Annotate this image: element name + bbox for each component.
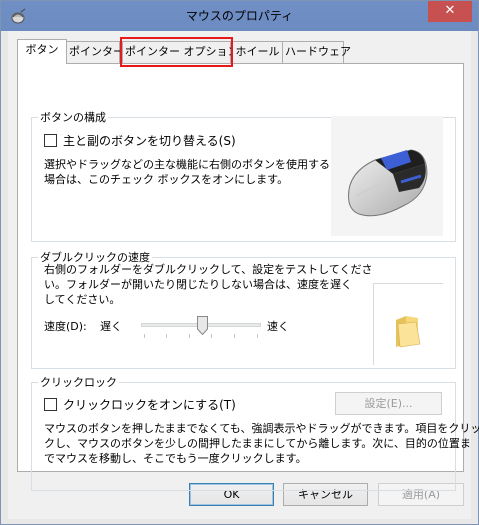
- double-click-desc-line: 右側のフォルダーをダブルクリックして、設定をテストしてくださ: [44, 263, 373, 276]
- double-click-desc-line: い。フォルダーが開いたり閉じたりしない場合は、速度を遅く: [44, 278, 352, 291]
- click-lock-legend: クリックロック: [40, 376, 117, 389]
- tab-wheel[interactable]: ホイール: [232, 41, 283, 63]
- click-lock-desc-line: でマウスを移動し、そこでもう一度クリックします。: [44, 452, 307, 465]
- click-lock-label[interactable]: クリックロックをオンにする(T): [63, 396, 236, 413]
- slider-tick: [257, 334, 258, 338]
- switch-buttons-label[interactable]: 主と副のボタンを切り替える(S): [63, 132, 236, 149]
- slider-tick: [166, 334, 167, 338]
- button-config-desc-line: 場合は、このチェック ボックスをオンにします。: [44, 173, 289, 186]
- mouse-image-frame: [331, 116, 443, 236]
- tab-pointers[interactable]: ポインター: [66, 41, 124, 63]
- speed-slider-thumb[interactable]: [197, 316, 208, 335]
- tab-pointer-options[interactable]: ポインター オプション: [122, 41, 239, 63]
- tab-buttons[interactable]: ボタン: [17, 39, 67, 64]
- slider-tick: [211, 334, 212, 338]
- tab-panel-buttons: ボタンの構成 主と副のボタンを切り替える(S) 選択やドラッグなどの主な機能に右…: [17, 63, 479, 491]
- slow-label: 遅く: [100, 320, 122, 333]
- speed-label: 速度(D):: [44, 320, 87, 333]
- slider-tick: [144, 334, 145, 338]
- tab-hardware[interactable]: ハードウェア: [282, 41, 351, 63]
- test-folder-area[interactable]: [373, 283, 443, 365]
- click-lock-checkbox[interactable]: [44, 398, 57, 411]
- window-title: マウスのプロパティ: [185, 9, 294, 23]
- click-lock-settings-button[interactable]: 設定(E)...: [335, 392, 442, 415]
- switch-buttons-checkbox[interactable]: [44, 134, 57, 147]
- click-lock-desc-line: マウスのボタンを押したままでなくても、強調表示やドラッグができます。項目をクリッ: [44, 422, 479, 435]
- double-click-desc-line: してください。: [44, 293, 121, 306]
- mouse-properties-dialog: マウスのプロパティ ✕ ボタン ポインター ポインター オプション ホイール ハ…: [0, 0, 479, 525]
- button-config-legend: ボタンの構成: [40, 111, 106, 124]
- click-lock-description: マウスのボタンを押したままでなくても、強調表示やドラッグができます。項目をクリッ…: [44, 421, 479, 466]
- fast-label: 速く: [267, 320, 289, 333]
- slider-tick: [189, 334, 190, 338]
- folder-icon[interactable]: [394, 314, 422, 348]
- button-config-desc-line: 選択やドラッグなどの主な機能に右側のボタンを使用する: [44, 158, 330, 171]
- switch-buttons-description: 選択やドラッグなどの主な機能に右側のボタンを使用する 場合は、このチェック ボッ…: [44, 157, 334, 187]
- dialog-client-area: ボタン ポインター ポインター オプション ホイール ハードウェア ボタンの構成…: [8, 31, 479, 519]
- close-button[interactable]: ✕: [428, 1, 472, 22]
- title-bar[interactable]: マウスのプロパティ ✕: [1, 1, 478, 31]
- mouse-icon: [348, 149, 428, 217]
- click-lock-desc-line: クし、マウスのボタンを少しの間押したままにしてから離します。次に、目的の位置ま: [44, 437, 471, 450]
- slider-tick: [234, 334, 235, 338]
- double-click-description: 右側のフォルダーをダブルクリックして、設定をテストしてくださ い。フォルダーが開…: [44, 262, 373, 307]
